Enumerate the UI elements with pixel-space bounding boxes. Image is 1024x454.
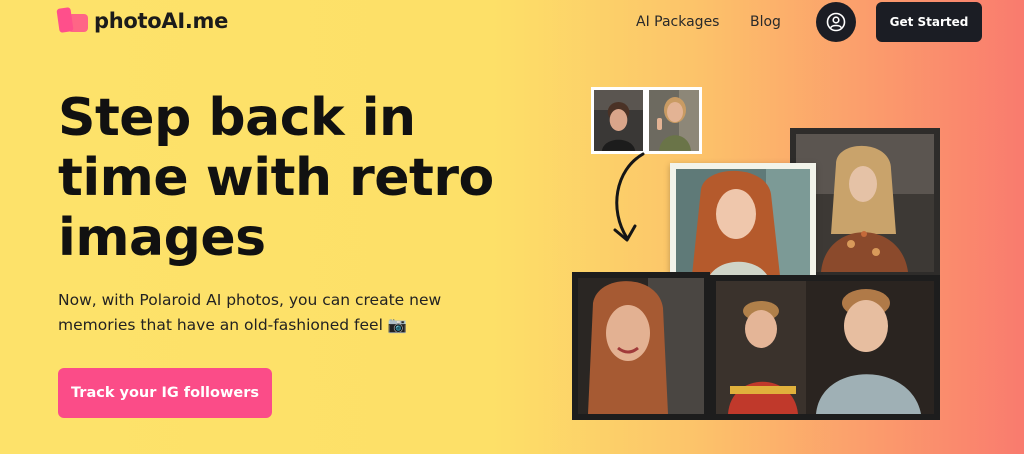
track-ig-followers-button[interactable]: Track your IG followers	[58, 368, 272, 418]
nav-ai-packages[interactable]: AI Packages	[636, 14, 719, 30]
retro-photo-two-young-men	[710, 275, 940, 420]
headline-line: images	[58, 208, 266, 268]
subtext-line: memories that have an old-fashioned feel…	[58, 316, 408, 334]
curved-arrow-icon	[613, 152, 645, 242]
account-button[interactable]	[816, 2, 856, 42]
input-photo-man	[591, 87, 646, 154]
hero-subtext: Now, with Polaroid AI photos, you can cr…	[58, 288, 458, 338]
hero-headline: Step back in time with retro images	[58, 88, 528, 268]
input-photo-woman	[646, 87, 702, 154]
logo-text: photoAI.me	[94, 9, 229, 33]
retro-photo-woman-smiling	[572, 272, 710, 420]
headline-line: time with retro	[58, 148, 494, 208]
nav-blog[interactable]: Blog	[750, 14, 781, 30]
get-started-button[interactable]: Get Started	[876, 2, 982, 42]
logo[interactable]: photoAI.me	[56, 7, 229, 34]
headline-line: Step back in	[58, 88, 416, 148]
user-icon	[826, 12, 846, 32]
subtext-line: Now, with Polaroid AI photos, you can cr…	[58, 291, 442, 309]
logo-mark-icon	[56, 7, 90, 34]
